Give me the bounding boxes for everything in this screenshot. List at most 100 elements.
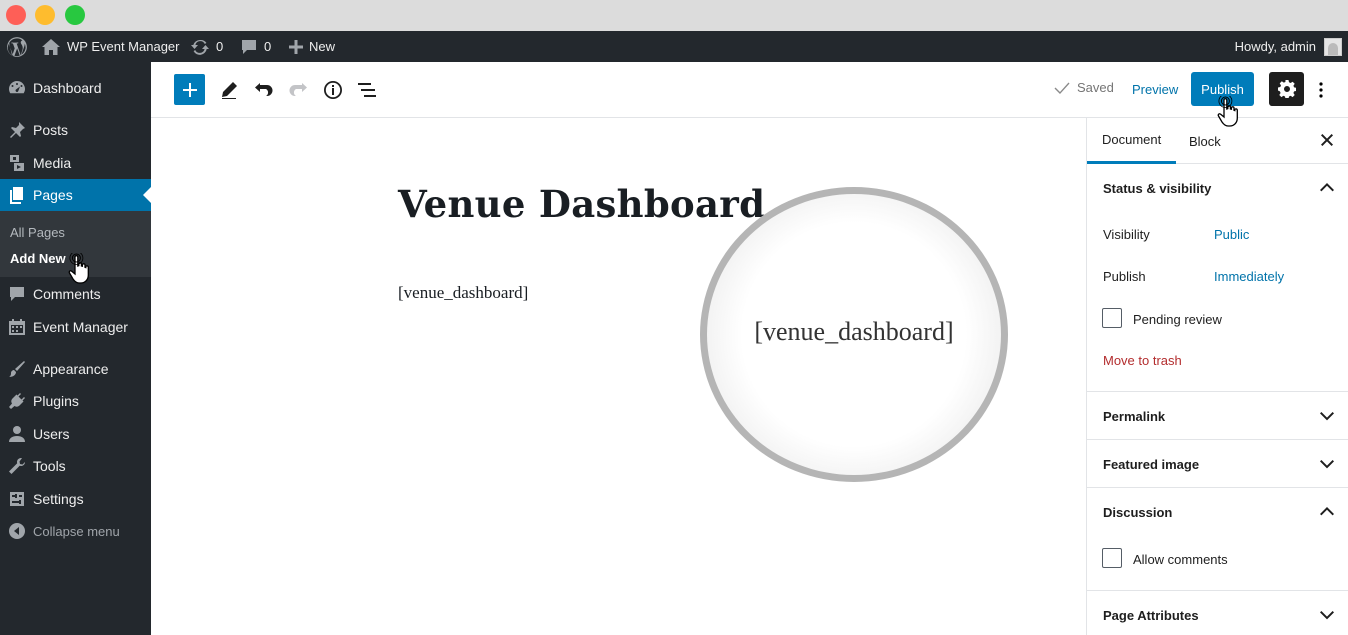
comments-link[interactable]: 0 — [241, 31, 271, 62]
paintbrush-icon — [8, 361, 25, 377]
close-sidebar-button[interactable] — [1319, 132, 1335, 148]
plus-icon — [289, 39, 303, 54]
close-icon — [1321, 134, 1333, 146]
chevron-up-icon[interactable] — [1320, 180, 1334, 194]
redo-button[interactable] — [282, 74, 314, 106]
undo-button[interactable] — [248, 74, 280, 106]
pages-icon — [9, 187, 23, 204]
admin-menu: Dashboard Posts Media Pages All Pages Ad… — [0, 62, 151, 635]
block-navigation-button[interactable] — [351, 74, 383, 106]
menu-label: Plugins — [33, 393, 79, 409]
chevron-down-icon[interactable] — [1320, 409, 1334, 423]
menu-item-appearance[interactable]: Appearance — [0, 353, 151, 385]
settings-button[interactable] — [1269, 72, 1304, 106]
allow-comments-checkbox[interactable] — [1102, 548, 1122, 568]
settings-sidebar: Document Block Status & visibility Visib… — [1086, 118, 1348, 635]
menu-item-event-manager[interactable]: Event Manager — [0, 311, 151, 343]
pencil-icon — [222, 82, 237, 99]
chevron-down-icon[interactable] — [1320, 608, 1334, 622]
undo-icon — [255, 83, 273, 96]
saved-text: Saved — [1077, 80, 1114, 95]
menu-item-plugins[interactable]: Plugins — [0, 385, 151, 417]
divider — [1087, 391, 1348, 392]
menu-item-comments[interactable]: Comments — [0, 278, 151, 310]
wordpress-logo-button[interactable] — [6, 31, 28, 62]
publish-label: Publish — [1103, 269, 1146, 284]
home-icon — [42, 38, 60, 55]
tab-block[interactable]: Block — [1174, 118, 1236, 164]
menu-item-settings[interactable]: Settings — [0, 483, 151, 515]
submenu-all-pages[interactable]: All Pages — [10, 225, 65, 240]
menu-label: Dashboard — [33, 80, 102, 96]
new-label: New — [309, 39, 336, 54]
sidebar-tabs: Document Block — [1087, 118, 1348, 164]
chevron-down-icon[interactable] — [1320, 457, 1334, 471]
submenu-add-new[interactable]: Add New — [10, 251, 66, 266]
settings-sliders-icon — [9, 492, 24, 506]
window-zoom-button[interactable] — [65, 5, 85, 25]
publish-date-link[interactable]: Immediately — [1214, 269, 1284, 284]
menu-item-users[interactable]: Users — [0, 418, 151, 450]
panel-status-visibility-title[interactable]: Status & visibility — [1103, 181, 1211, 196]
tab-document[interactable]: Document — [1087, 118, 1177, 164]
panel-permalink-title[interactable]: Permalink — [1103, 409, 1165, 424]
pending-review-checkbox[interactable] — [1102, 308, 1122, 328]
divider — [1087, 590, 1348, 591]
move-to-trash-link[interactable]: Move to trash — [1103, 353, 1182, 368]
divider — [1087, 439, 1348, 440]
more-options-button[interactable] — [1311, 74, 1331, 106]
pending-review-label: Pending review — [1133, 312, 1222, 327]
window-close-button[interactable] — [6, 5, 26, 25]
window-titlebar — [0, 0, 1348, 31]
new-content-link[interactable]: New — [289, 31, 335, 62]
collapse-label: Collapse menu — [33, 523, 120, 539]
shortcode-block[interactable]: [venue_dashboard] — [398, 283, 528, 303]
menu-label: Media — [33, 155, 72, 171]
panel-discussion-title[interactable]: Discussion — [1103, 505, 1172, 520]
menu-label: Tools — [33, 458, 66, 474]
preview-button[interactable]: Preview — [1132, 82, 1178, 97]
vertical-ellipsis-icon — [1319, 82, 1323, 98]
comments-count: 0 — [264, 39, 272, 54]
user-account-link[interactable]: Howdy, admin — [1235, 31, 1342, 62]
visibility-label: Visibility — [1103, 227, 1150, 242]
menu-item-tools[interactable]: Tools — [0, 450, 151, 482]
dashboard-gauge-icon — [8, 81, 25, 94]
content-info-button[interactable] — [317, 74, 349, 106]
window-minimize-button[interactable] — [35, 5, 55, 25]
comment-bubble-icon — [9, 287, 24, 301]
pages-submenu: All Pages Add New — [0, 211, 151, 277]
calendar-icon — [8, 319, 25, 335]
site-home-link[interactable]: WP Event Manager — [42, 31, 179, 62]
publish-button[interactable]: Publish — [1191, 72, 1254, 106]
menu-item-posts[interactable]: Posts — [0, 114, 151, 146]
panel-featured-image-title[interactable]: Featured image — [1103, 457, 1199, 472]
menu-item-pages[interactable]: Pages — [0, 179, 151, 211]
menu-label: Posts — [33, 122, 69, 138]
list-outline-icon — [358, 83, 376, 97]
menu-item-media[interactable]: Media — [0, 147, 151, 179]
collapse-menu-button[interactable]: Collapse menu — [0, 516, 120, 546]
chevron-up-icon[interactable] — [1320, 504, 1334, 518]
gear-icon — [1277, 80, 1296, 98]
pushpin-icon — [9, 122, 25, 138]
comment-bubble-icon — [242, 39, 256, 54]
updates-link[interactable]: 0 — [191, 31, 223, 62]
updates-icon — [191, 39, 209, 55]
wordpress-logo-icon — [7, 36, 27, 57]
edit-mode-button[interactable] — [213, 74, 245, 106]
collapse-arrow-icon — [8, 523, 25, 539]
post-title[interactable]: Venue Dashboard — [398, 182, 765, 226]
visibility-value-link[interactable]: Public — [1214, 227, 1249, 242]
editor-canvas: Venue Dashboard [venue_dashboard] [venue… — [151, 118, 1086, 635]
panel-page-attributes-title[interactable]: Page Attributes — [1103, 608, 1199, 623]
site-name: WP Event Manager — [67, 39, 180, 54]
add-block-button[interactable] — [174, 74, 205, 105]
menu-item-dashboard[interactable]: Dashboard — [0, 72, 151, 104]
menu-label: Comments — [33, 286, 101, 302]
magnifier-overlay: [venue_dashboard] — [700, 187, 1008, 482]
menu-label: Event Manager — [33, 319, 128, 335]
allow-comments-label: Allow comments — [1133, 552, 1228, 567]
wrench-icon — [8, 457, 25, 474]
updates-count: 0 — [216, 39, 224, 54]
